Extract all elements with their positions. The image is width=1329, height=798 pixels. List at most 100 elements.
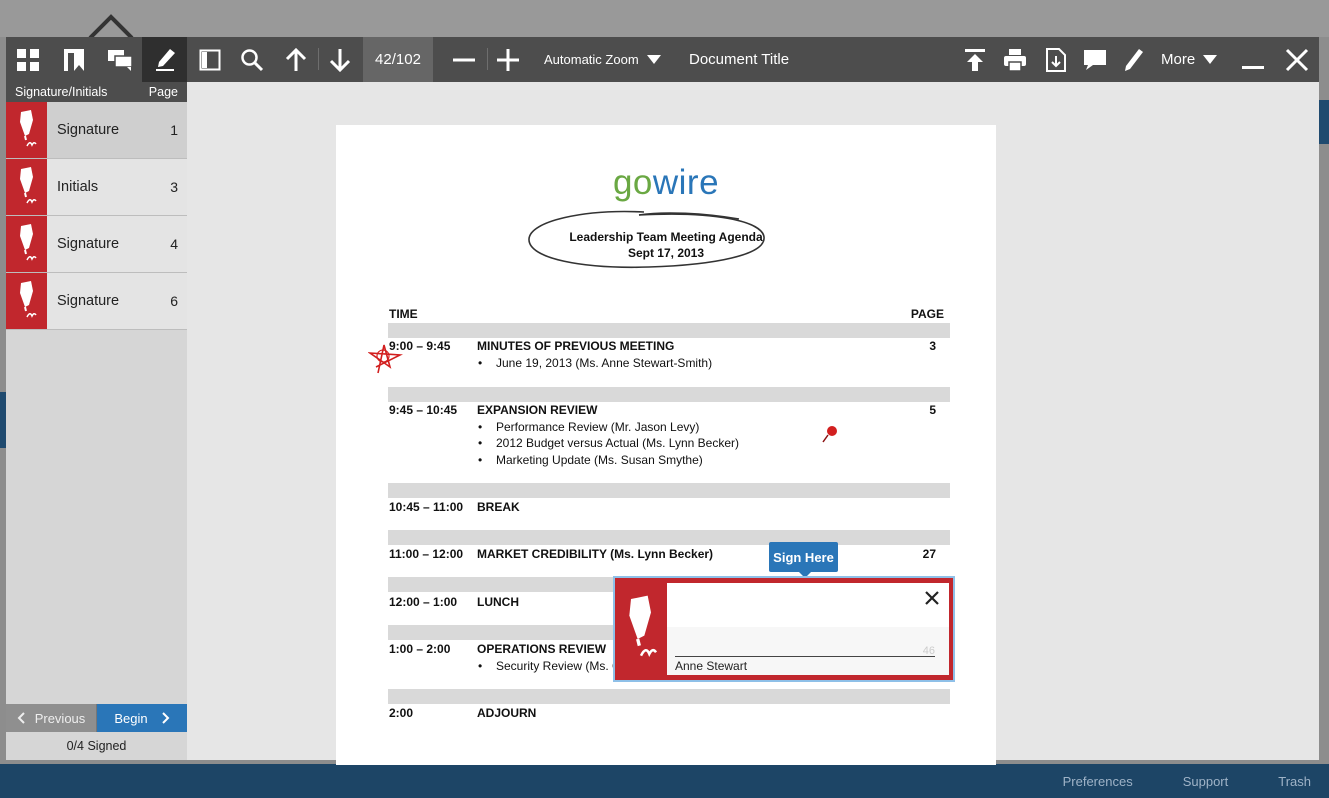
begin-button-label: Begin <box>114 710 148 726</box>
zoom-out-button[interactable] <box>450 37 478 82</box>
agenda-bullet: Performance Review (Mr. Jason Levy) <box>478 420 699 434</box>
agenda-bullet: June 19, 2013 (Ms. Anne Stewart-Smith) <box>478 356 712 370</box>
arrow-up-icon <box>285 47 307 71</box>
signature-field[interactable]: 46 Anne Stewart <box>613 576 955 682</box>
grid-icon <box>17 48 39 71</box>
background-header <box>0 0 1329 37</box>
logo-wire: wire <box>652 163 720 202</box>
agenda-row-title: OPERATIONS REVIEW <box>477 642 607 656</box>
sidebar-item-page: 3 <box>170 179 178 195</box>
signer-name: Anne Stewart <box>675 659 748 673</box>
chat-bubbles-icon <box>108 49 133 71</box>
agenda-bullet-text: June 19, 2013 (Ms. Anne Stewart-Smith) <box>496 356 713 370</box>
comments-button[interactable] <box>102 37 138 82</box>
page-number-input[interactable]: 42/102 <box>363 37 433 82</box>
begin-button[interactable]: Begin <box>96 704 187 732</box>
caret-down-icon <box>1203 55 1218 64</box>
background-panel <box>1319 100 1329 144</box>
sidebar-header: Signature/Initials Page <box>6 82 187 102</box>
comment-button[interactable] <box>1080 37 1110 82</box>
previous-page-button[interactable] <box>280 37 312 82</box>
bookmark-icon <box>64 48 84 71</box>
signature-line <box>675 656 935 657</box>
toolbar-divider <box>318 48 319 70</box>
row-separator <box>388 387 950 402</box>
toolbar-divider <box>487 48 488 70</box>
agenda-bullet-text: Marketing Update (Ms. Susan Smythe) <box>496 453 703 467</box>
support-link[interactable]: Support <box>1183 774 1229 789</box>
home-icon <box>88 14 134 38</box>
sidebar-item-initials-3[interactable]: Initials 3 <box>6 159 187 216</box>
agenda-row-title: MINUTES OF PREVIOUS MEETING <box>477 339 675 353</box>
agenda-row-time: 12:00 – 1:00 <box>389 595 458 609</box>
trash-link[interactable]: Trash <box>1278 774 1311 789</box>
comment-icon <box>1084 49 1106 70</box>
logo-go: go <box>612 163 653 202</box>
thumbnails-button[interactable] <box>10 37 46 82</box>
close-icon <box>1285 48 1309 71</box>
download-icon <box>1046 47 1066 72</box>
previous-button[interactable]: Previous <box>6 704 96 732</box>
time-column-header: TIME <box>389 307 418 321</box>
zoom-in-button[interactable] <box>494 37 522 82</box>
zoom-select-label: Automatic Zoom <box>544 52 639 67</box>
agenda-row-page: 5 <box>929 403 936 417</box>
close-viewer-button[interactable] <box>1283 37 1311 82</box>
sidebar-navigation: Previous Begin <box>6 704 187 732</box>
close-icon[interactable] <box>923 589 941 607</box>
annotate-button[interactable] <box>1120 37 1148 82</box>
sidebar-item-page: 4 <box>170 236 178 252</box>
upload-button[interactable] <box>961 37 989 82</box>
fountain-pen-icon <box>618 581 664 677</box>
sidebar-item-label: Signature <box>57 122 120 138</box>
pushpin-icon[interactable] <box>822 425 838 443</box>
search-button[interactable] <box>236 37 268 82</box>
pen-icon <box>155 48 175 71</box>
sidebar-item-label: Signature <box>57 236 120 252</box>
agenda-row-title: MARKET CREDIBILITY (Ms. Lynn Becker) <box>477 547 714 561</box>
minus-icon <box>453 58 475 61</box>
preferences-link[interactable]: Preferences <box>1063 774 1133 789</box>
sidebar-item-label: Initials <box>57 179 99 195</box>
agenda-bullet: Marketing Update (Ms. Susan Smythe) <box>478 453 703 467</box>
sidebar-item-signature-4[interactable]: Signature 4 <box>6 216 187 273</box>
agenda-bullet-text: 2012 Budget versus Actual (Ms. Lynn Beck… <box>496 436 740 450</box>
fountain-pen-icon <box>6 159 47 215</box>
plus-icon <box>497 48 519 71</box>
sidebar-item-signature-1[interactable]: Signature 1 <box>6 102 187 159</box>
signature-tool-button[interactable] <box>142 37 187 82</box>
next-page-button[interactable] <box>324 37 356 82</box>
sidebar-header-page: Page <box>148 85 178 99</box>
caret-down-icon <box>646 55 661 64</box>
chevron-right-icon <box>161 712 170 724</box>
sidebar-toggle-button[interactable] <box>194 37 226 82</box>
print-button[interactable] <box>1000 37 1030 82</box>
agenda-title: Leadership Team Meeting Agenda <box>569 230 763 244</box>
download-button[interactable] <box>1042 37 1070 82</box>
sidebar-item-signature-6[interactable]: Signature 6 <box>6 273 187 330</box>
sign-here-tooltip[interactable]: Sign Here <box>769 542 838 578</box>
minimize-button[interactable] <box>1239 37 1267 82</box>
company-logo: gowire <box>336 163 996 203</box>
bookmarks-button[interactable] <box>56 37 92 82</box>
agenda-bullet: Security Review (Ms. C <box>478 659 621 673</box>
agenda-row-title: BREAK <box>477 500 520 514</box>
fountain-pen-icon <box>6 216 47 272</box>
agenda-row-time: 10:45 – 11:00 <box>389 500 464 514</box>
arrow-down-icon <box>329 48 351 72</box>
more-menu-label: More <box>1161 51 1196 68</box>
sidebar-item-page: 6 <box>170 293 178 309</box>
fountain-pen-icon <box>6 273 47 329</box>
agenda-bullet-text: Security Review (Ms. C <box>496 659 621 673</box>
fountain-pen-icon <box>6 102 47 158</box>
upload-icon <box>965 48 985 71</box>
signature-area[interactable]: 46 Anne Stewart <box>667 583 949 675</box>
page-column-header: PAGE <box>910 307 944 321</box>
search-icon <box>241 48 264 71</box>
chevron-left-icon <box>17 712 25 724</box>
star-annotation-icon <box>368 344 403 374</box>
agenda-row-page: 3 <box>929 339 936 353</box>
more-menu-button[interactable]: More <box>1161 37 1218 82</box>
zoom-select[interactable]: Automatic Zoom <box>544 37 661 82</box>
signed-status: 0/4 Signed <box>66 739 127 753</box>
